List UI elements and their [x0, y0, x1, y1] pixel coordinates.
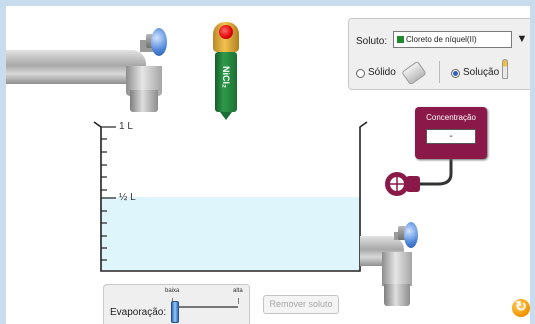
concentration-meter: Concentração -: [415, 107, 487, 159]
reset-icon[interactable]: [512, 298, 530, 317]
evaporation-slider-thumb[interactable]: [171, 301, 179, 323]
evaporation-slider-track[interactable]: [172, 306, 238, 308]
evaporation-low-label: baixa: [165, 288, 180, 294]
meter-title: Concentração: [426, 113, 476, 122]
concentration-probe[interactable]: [6, 6, 530, 324]
evaporation-high-label: alta: [233, 288, 243, 294]
evaporation-panel: Evaporação: baixa alta: [103, 284, 250, 324]
simulation-stage: NiCl₂ 1 L ½ L Soluto: Cloreto de níquel(…: [6, 6, 530, 324]
evaporation-label: Evaporação:: [110, 307, 167, 318]
probe-cable: [416, 159, 453, 186]
meter-readout: -: [426, 129, 476, 144]
slider-tick-max: [238, 298, 239, 304]
remove-solute-button[interactable]: Remover soluto: [263, 295, 339, 314]
